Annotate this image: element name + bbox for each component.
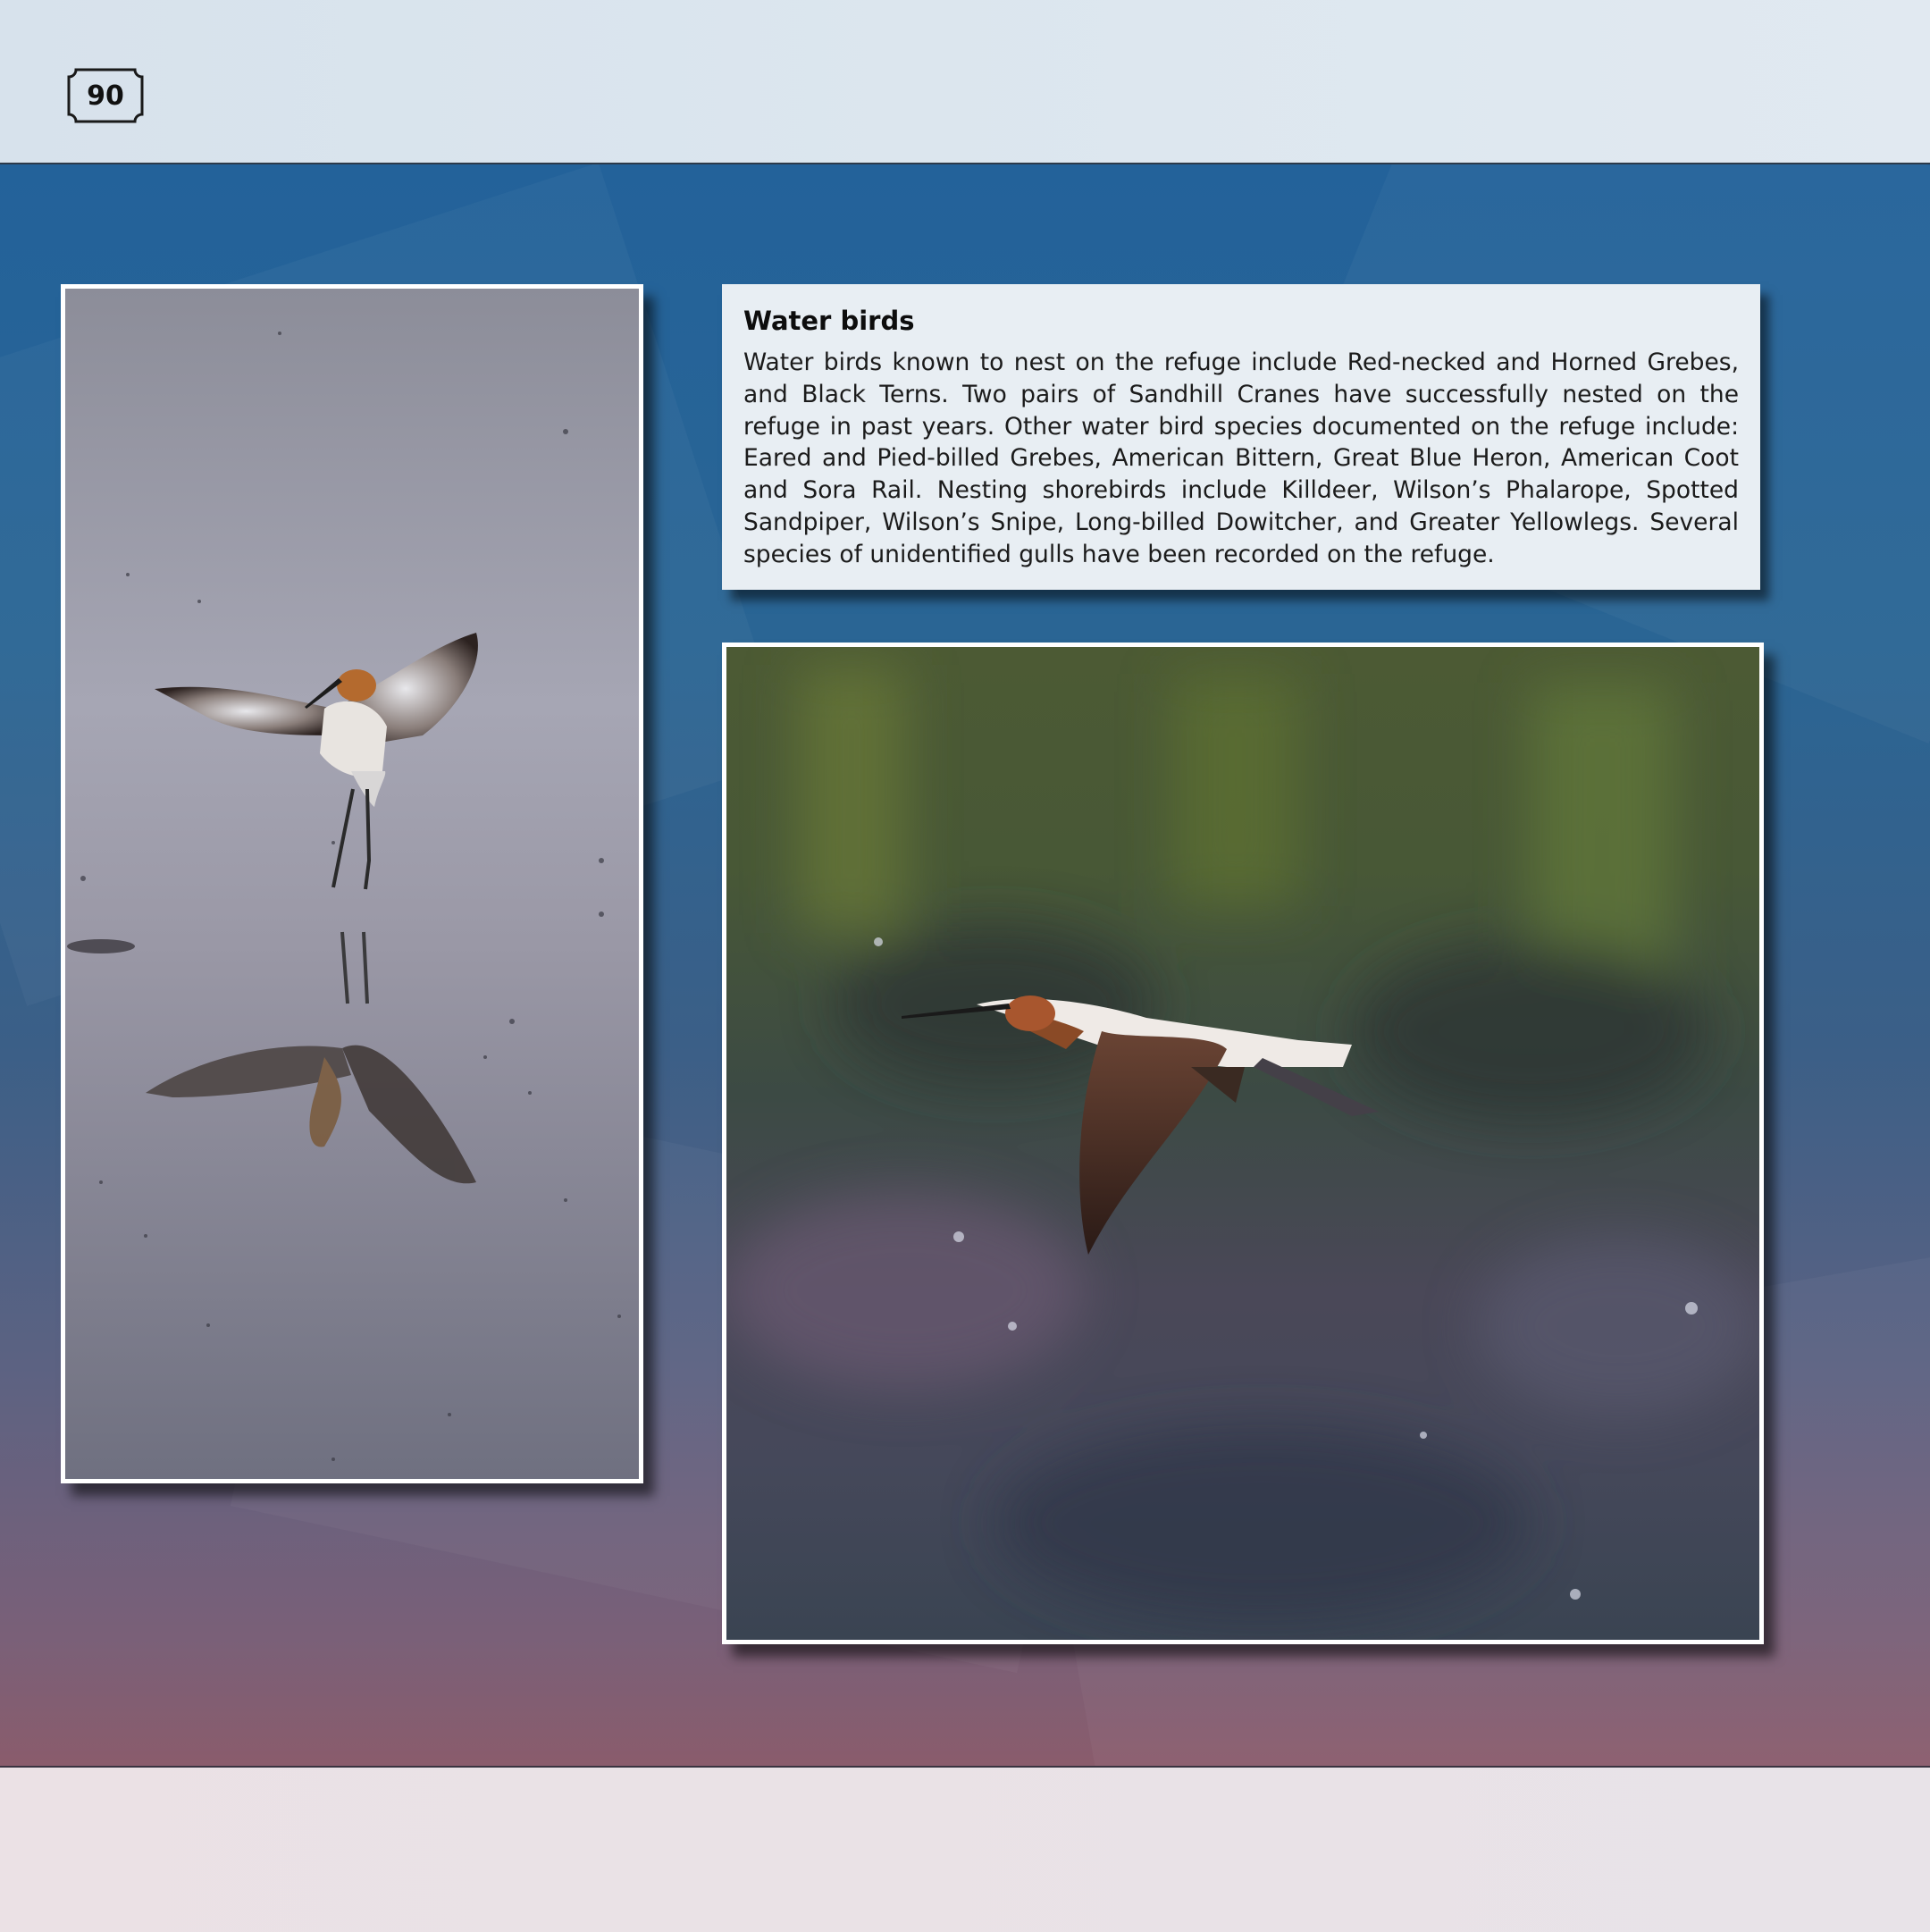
- page-number-badge: 90: [67, 68, 144, 123]
- section-title: Water birds: [743, 306, 915, 336]
- avocet-landing-photo: [61, 284, 643, 1483]
- avocet-flight-photo: [722, 643, 1764, 1644]
- footer-band: [0, 1766, 1930, 1932]
- header-band: 90: [0, 0, 1930, 164]
- avocet-flight-image: [726, 647, 1759, 1640]
- water-birds-text-box: Water birds Water birds known to nest on…: [722, 284, 1760, 590]
- page-number: 90: [87, 80, 124, 112]
- avocet-landing-image: [65, 289, 639, 1479]
- section-body: Water birds known to nest on the refuge …: [743, 349, 1739, 568]
